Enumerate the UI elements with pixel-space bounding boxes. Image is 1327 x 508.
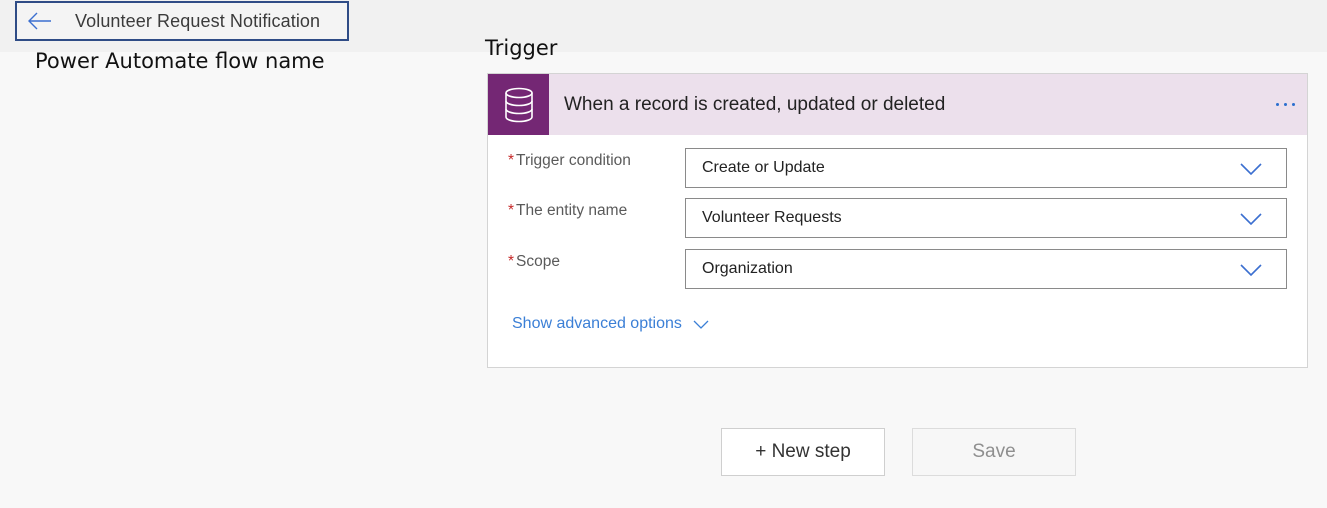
dropdown-value: Organization — [702, 260, 793, 277]
dropdown-value: Create or Update — [702, 159, 825, 176]
field-label: * Scope — [508, 253, 560, 271]
field-label-text: Trigger condition — [516, 152, 631, 169]
field-label-text: Scope — [516, 253, 560, 270]
chevron-down-icon — [1240, 213, 1262, 226]
chevron-down-icon — [1240, 163, 1262, 176]
back-arrow-icon[interactable] — [27, 10, 55, 32]
field-trigger-condition: * Trigger condition Create or Update — [488, 148, 1308, 188]
field-entity-name: * The entity name Volunteer Requests — [488, 198, 1308, 238]
field-label: * The entity name — [508, 202, 627, 220]
trigger-card: When a record is created, updated or del… — [487, 73, 1308, 368]
save-button[interactable]: Save — [912, 428, 1076, 476]
flow-title[interactable]: Volunteer Request Notification — [75, 11, 320, 32]
trigger-card-header[interactable]: When a record is created, updated or del… — [488, 74, 1307, 135]
database-icon — [488, 74, 549, 135]
trigger-title: When a record is created, updated or del… — [564, 93, 946, 115]
flow-title-bar: Volunteer Request Notification — [15, 1, 349, 41]
field-scope: * Scope Organization — [488, 249, 1308, 289]
chevron-down-icon — [1240, 264, 1262, 277]
flow-designer: Volunteer Request Notification Power Aut… — [0, 0, 1327, 508]
show-advanced-options-link[interactable]: Show advanced options — [512, 315, 709, 333]
trigger-condition-dropdown[interactable]: Create or Update — [685, 148, 1287, 188]
entity-name-dropdown[interactable]: Volunteer Requests — [685, 198, 1287, 238]
required-mark: * — [508, 253, 515, 270]
new-step-button[interactable]: + New step — [721, 428, 885, 476]
field-label-text: The entity name — [516, 202, 628, 219]
dropdown-value: Volunteer Requests — [702, 209, 842, 226]
trigger-caption: Trigger — [485, 36, 558, 60]
chevron-down-icon — [693, 320, 709, 329]
advanced-options-label: Show advanced options — [512, 315, 682, 332]
more-options-icon[interactable] — [1267, 92, 1303, 116]
flow-name-caption: Power Automate flow name — [35, 49, 325, 73]
scope-dropdown[interactable]: Organization — [685, 249, 1287, 289]
field-label: * Trigger condition — [508, 152, 631, 170]
required-mark: * — [508, 202, 515, 219]
required-mark: * — [508, 152, 515, 169]
